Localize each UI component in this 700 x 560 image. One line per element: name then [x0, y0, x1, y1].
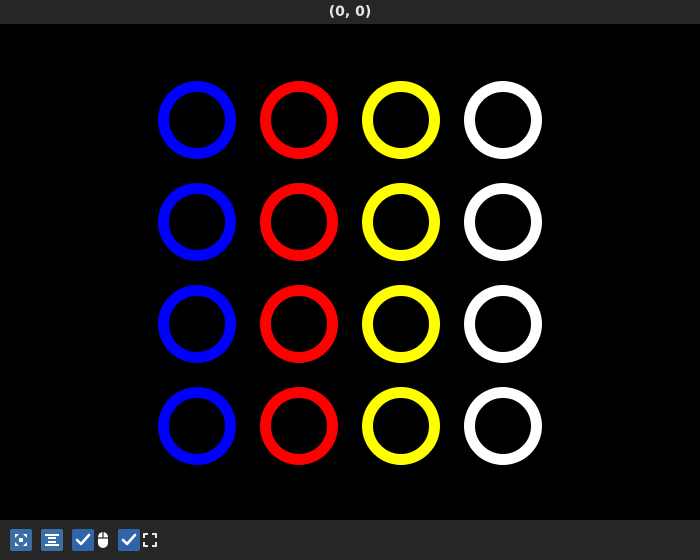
bottom-toolbar	[0, 520, 700, 560]
yellow-ring-r3-c3[interactable]	[362, 285, 440, 363]
blue-ring-r4-c1[interactable]	[158, 387, 236, 465]
mouse-icon	[95, 529, 111, 551]
red-ring-r4-c2[interactable]	[260, 387, 338, 465]
mouse-interaction-checkbox[interactable]	[72, 529, 94, 551]
fullscreen-icon	[142, 529, 158, 551]
white-ring-r1-c4[interactable]	[464, 81, 542, 159]
white-ring-r3-c4[interactable]	[464, 285, 542, 363]
align-center-icon	[44, 532, 60, 548]
checkmark-icon	[121, 533, 137, 546]
fullscreen-checkbox[interactable]	[118, 529, 140, 551]
cursor-coordinates: (0, 0)	[328, 4, 372, 20]
yellow-ring-r1-c3[interactable]	[362, 81, 440, 159]
app-window: (0, 0)	[0, 0, 700, 560]
yellow-ring-r4-c3[interactable]	[362, 387, 440, 465]
white-ring-r2-c4[interactable]	[464, 183, 542, 261]
fit-view-button[interactable]	[10, 529, 32, 551]
drawing-canvas[interactable]	[1, 24, 699, 520]
blue-ring-r1-c1[interactable]	[158, 81, 236, 159]
red-ring-r3-c2[interactable]	[260, 285, 338, 363]
checkmark-icon	[75, 533, 91, 546]
blue-ring-r2-c1[interactable]	[158, 183, 236, 261]
white-ring-r4-c4[interactable]	[464, 387, 542, 465]
red-ring-r1-c2[interactable]	[260, 81, 338, 159]
blue-ring-r3-c1[interactable]	[158, 285, 236, 363]
title-bar: (0, 0)	[0, 0, 700, 24]
fit-view-icon	[13, 532, 29, 548]
align-center-button[interactable]	[41, 529, 63, 551]
red-ring-r2-c2[interactable]	[260, 183, 338, 261]
yellow-ring-r2-c3[interactable]	[362, 183, 440, 261]
